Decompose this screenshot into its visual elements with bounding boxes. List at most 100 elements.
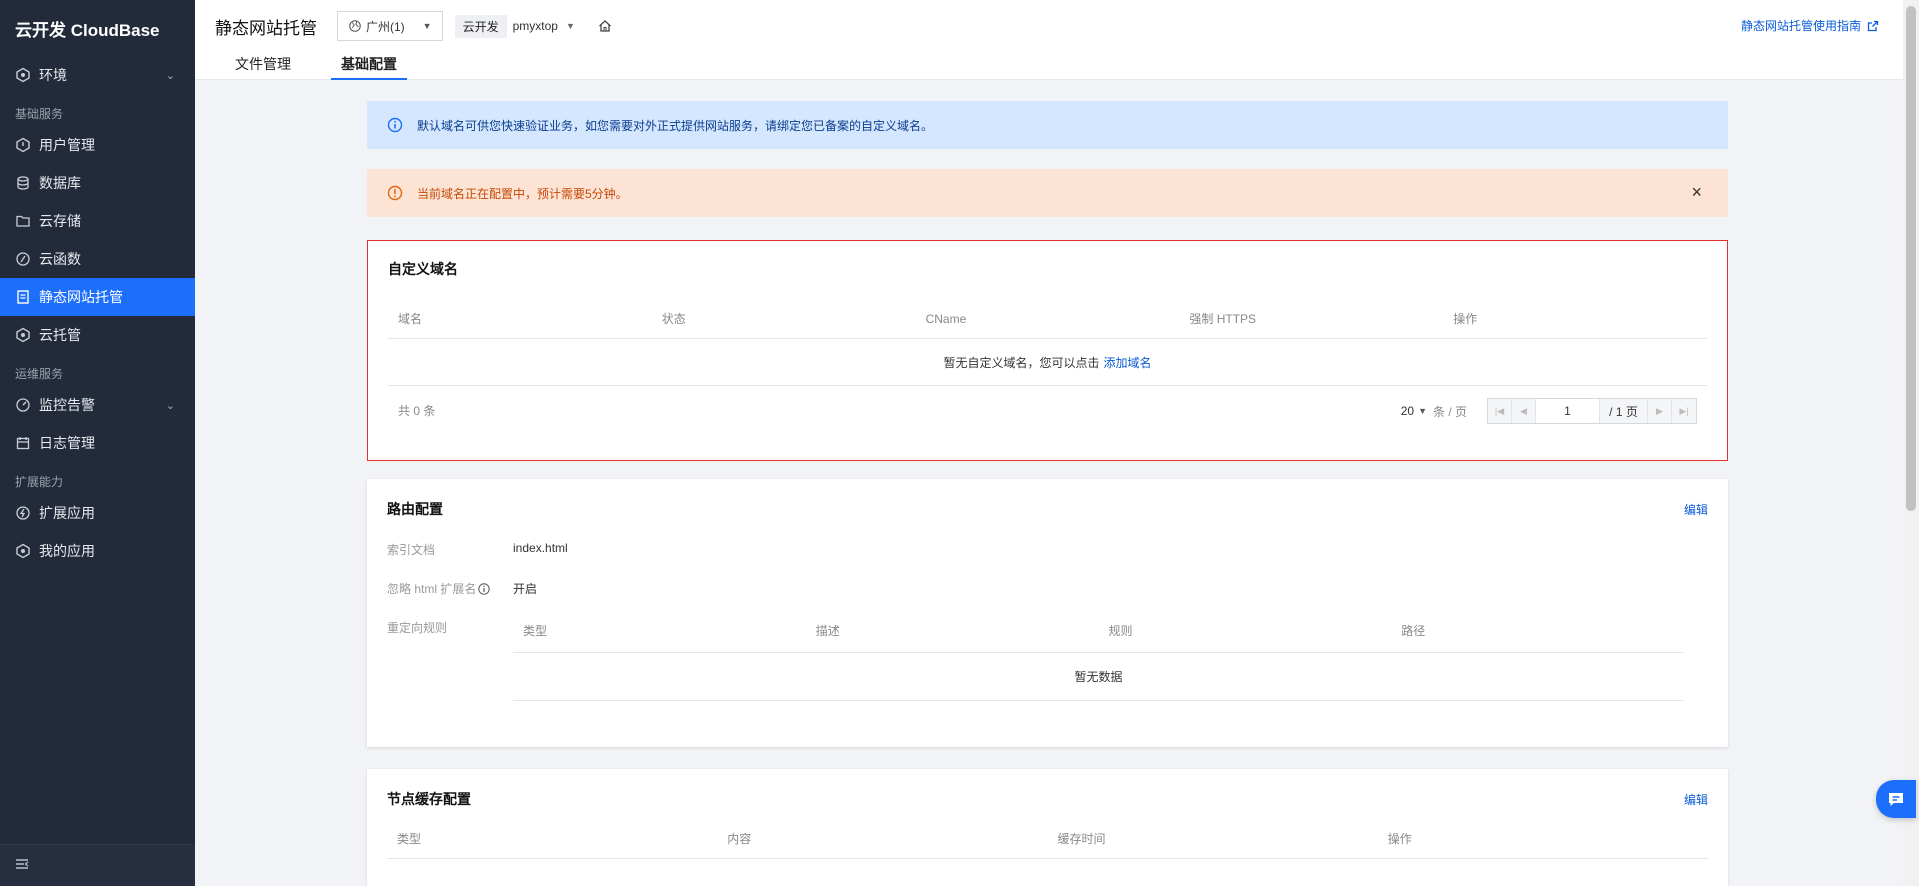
- sidebar-item-logs[interactable]: 日志管理: [0, 424, 195, 462]
- caret-down-icon: ▼: [422, 21, 432, 31]
- user-icon: [15, 137, 31, 153]
- page-title: 静态网站托管: [215, 18, 317, 38]
- redirect-table: 类型 描述 规则 路径 暂无数据: [513, 609, 1684, 701]
- collapse-sidebar-button[interactable]: [0, 844, 195, 886]
- sidebar-item-functions[interactable]: 云函数: [0, 240, 195, 278]
- table-header: 类型 描述 规则 路径: [513, 609, 1684, 653]
- env-tag: 云开发: [454, 14, 507, 38]
- calendar-icon: [15, 435, 31, 451]
- per-page-label: 条 / 页: [1432, 404, 1467, 419]
- sidebar-item-database[interactable]: 数据库: [0, 164, 195, 202]
- info-icon: [387, 117, 403, 133]
- chevron-down-icon: ⌄: [165, 400, 175, 412]
- index-document-value: index.html: [513, 541, 568, 555]
- close-icon[interactable]: ×: [1691, 183, 1702, 201]
- main-content: 默认域名可供您快速验证业务，如您需要对外正式提供网站服务，请绑定您已备案的自定义…: [367, 101, 1728, 886]
- chat-support-button[interactable]: [1876, 780, 1916, 818]
- custom-domain-title: 自定义域名: [388, 261, 458, 277]
- sidebar-item-monitoring[interactable]: 监控告警 ⌄: [0, 386, 195, 424]
- warning-alert: 当前域名正在配置中，预计需要5分钟。 ×: [367, 169, 1728, 217]
- sidebar-item-label: 环境: [39, 67, 67, 83]
- nav-group-basic: 基础服务: [15, 107, 64, 121]
- page-input[interactable]: 1: [1536, 399, 1600, 423]
- first-page-button[interactable]: |◀: [1488, 399, 1512, 423]
- sidebar-item-static-hosting[interactable]: 静态网站托管: [0, 278, 195, 316]
- add-domain-link[interactable]: 添加域名: [1104, 354, 1152, 371]
- sidebar-item-my-apps[interactable]: 我的应用: [0, 532, 195, 570]
- tab-file-management[interactable]: 文件管理: [225, 52, 301, 80]
- bolt-icon: [15, 505, 31, 521]
- cache-table: 类型 内容 缓存时间 操作: [387, 819, 1708, 859]
- index-document-label: 索引文档: [387, 543, 436, 557]
- column-header: 强制 HTTPS: [1189, 312, 1257, 326]
- collapse-icon: [14, 856, 30, 875]
- home-icon[interactable]: [597, 18, 613, 34]
- sidebar-item-users[interactable]: 用户管理: [0, 126, 195, 164]
- next-page-button[interactable]: ▶: [1648, 399, 1672, 423]
- empty-text: 暂无自定义域名，您可以点击: [943, 355, 1100, 370]
- caret-down-icon: ▼: [565, 21, 575, 31]
- help-icon[interactable]: [478, 582, 491, 595]
- sidebar-item-label: 日志管理: [39, 435, 95, 451]
- column-header: 域名: [398, 312, 423, 326]
- column-header: 操作: [1453, 312, 1478, 326]
- caret-down-icon: ▼: [1418, 406, 1427, 416]
- tab-basic-config[interactable]: 基础配置: [331, 52, 407, 80]
- warning-icon: [387, 185, 403, 201]
- custom-domain-card: 自定义域名 域名 状态 CName 强制 HTTPS 操作 暂无自定义域名，您可…: [367, 240, 1728, 461]
- sidebar-item-env[interactable]: 环境 ⌄: [0, 56, 195, 94]
- last-page-button[interactable]: ▶|: [1672, 399, 1696, 423]
- route-config-title: 路由配置: [387, 501, 443, 517]
- top-header: 静态网站托管 广州(1) ▼ 云开发 pmyxtop ▼ 静态网站托管使用指南 …: [195, 0, 1903, 80]
- chat-icon: [1889, 793, 1903, 806]
- route-config-card: 路由配置 编辑 索引文档 index.html 忽略 html 扩展名 开启 重…: [367, 479, 1728, 747]
- scrollbar-thumb[interactable]: [1906, 6, 1916, 511]
- cache-config-card: 节点缓存配置 编辑 类型 内容 缓存时间 操作: [367, 769, 1728, 886]
- info-alert: 默认域名可供您快速验证业务，如您需要对外正式提供网站服务，请绑定您已备案的自定义…: [367, 101, 1728, 149]
- sidebar-item-label: 静态网站托管: [39, 289, 123, 305]
- sidebar-item-cloudrun[interactable]: 云托管: [0, 316, 195, 354]
- sidebar-item-label: 用户管理: [39, 137, 95, 153]
- env-select[interactable]: pmyxtop ▼: [513, 19, 575, 33]
- region-select[interactable]: 广州(1) ▼: [337, 11, 443, 41]
- brand-logo[interactable]: 云开发 CloudBase: [0, 0, 195, 56]
- globe-icon: [349, 20, 361, 32]
- index-document-row: 索引文档 index.html: [387, 541, 1708, 558]
- column-header: 内容: [727, 832, 752, 846]
- page-scrollbar[interactable]: [1903, 0, 1919, 886]
- ignore-ext-label: 忽略 html 扩展名: [387, 582, 477, 596]
- redirect-rules-label: 重定向规则: [387, 621, 448, 635]
- doc-link[interactable]: 静态网站托管使用指南: [1741, 17, 1879, 34]
- page-size-value: 20: [1400, 404, 1415, 418]
- info-alert-text: 默认域名可供您快速验证业务，如您需要对外正式提供网站服务，请绑定您已备案的自定义…: [417, 118, 934, 133]
- region-value: 广州(1): [366, 19, 405, 34]
- sidebar-item-label: 我的应用: [39, 543, 95, 559]
- route-edit-button[interactable]: 编辑: [1684, 501, 1708, 518]
- prev-page-button[interactable]: ◀: [1512, 399, 1536, 423]
- page-navigator: |◀ ◀ 1 / 1 页 ▶ ▶|: [1487, 398, 1697, 424]
- document-icon: [15, 289, 31, 305]
- table-header: 类型 内容 缓存时间 操作: [387, 819, 1708, 859]
- page-size-select[interactable]: 20 ▼: [1401, 404, 1427, 418]
- sidebar-item-label: 扩展应用: [39, 505, 95, 521]
- external-link-icon: [1867, 20, 1879, 31]
- chevron-down-icon: ⌄: [165, 70, 175, 82]
- column-header: 缓存时间: [1057, 832, 1106, 846]
- doc-link-label: 静态网站托管使用指南: [1740, 19, 1861, 33]
- sidebar-item-label: 监控告警: [39, 397, 95, 413]
- total-count: 共 0 条: [398, 403, 436, 418]
- gauge-icon: [15, 397, 31, 413]
- sidebar-item-storage[interactable]: 云存储: [0, 202, 195, 240]
- cache-edit-button[interactable]: 编辑: [1684, 791, 1708, 808]
- database-icon: [15, 175, 31, 191]
- empty-row: 暂无自定义域名，您可以点击 添加域名: [388, 339, 1707, 386]
- column-header: 类型: [523, 624, 548, 638]
- sidebar-item-label: 云函数: [39, 251, 81, 267]
- sidebar-item-label: 云托管: [39, 327, 81, 343]
- sidebar-item-extensions[interactable]: 扩展应用: [0, 494, 195, 532]
- cache-config-title: 节点缓存配置: [387, 791, 471, 807]
- hexagon-icon: [15, 67, 31, 83]
- function-icon: [15, 251, 31, 267]
- sidebar-item-label: 数据库: [39, 175, 81, 191]
- ignore-ext-value: 开启: [513, 582, 538, 596]
